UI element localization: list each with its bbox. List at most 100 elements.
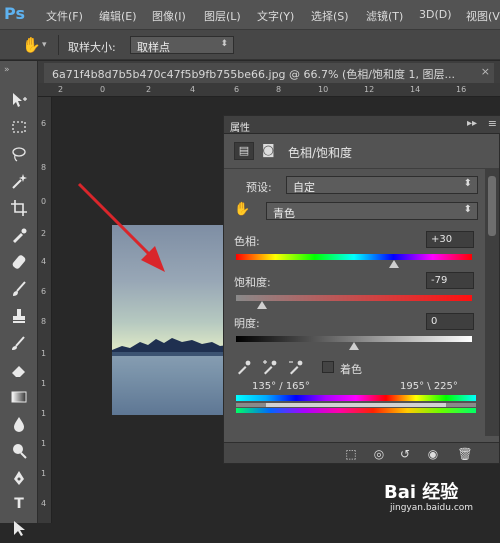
ruler-tick-label: 2 [58,85,64,94]
menu-image[interactable]: 图像(I) [152,8,186,24]
ruler-tick-label: 6 [234,85,240,94]
ruler-tick-label: 0 [100,85,106,94]
dodge-tool-icon[interactable] [9,442,29,462]
menu-file[interactable]: 文件(F) [46,8,83,24]
eyedropper-tool-icon[interactable] [9,226,29,246]
eyedropper-icon[interactable] [236,359,252,375]
ruler-tick-label: 8 [276,85,282,94]
hand-target-icon[interactable]: ✋ [234,202,250,217]
eraser-tool-icon[interactable] [9,361,29,381]
panel-header: 属性 ▸▸ ≡ [224,116,500,134]
ruler-tick-label: 0 [41,197,47,206]
eyedropper-minus-icon[interactable] [288,359,304,375]
ruler-tick-label: 1 [41,379,47,388]
scrollbar-thumb[interactable] [488,176,496,236]
sample-size-value: 取样点 [137,41,170,54]
saturation-slider-thumb[interactable] [256,301,267,309]
sample-size-select[interactable]: 取样点 ⬍ [130,36,234,54]
hue-slider-thumb[interactable] [389,260,400,268]
type-tool-icon[interactable]: T [9,494,29,514]
ruler-tick-label: 12 [364,85,375,94]
hue-input[interactable]: +30 [426,231,474,248]
divider [224,168,486,169]
sample-size-label: 取样大小: [68,41,116,54]
preset-select[interactable]: 自定 ⬍ [286,176,478,194]
menu-edit[interactable]: 编辑(E) [99,8,137,24]
document-tab-bar: 6a71f4b8d7b5b470c47f5b9fb755be66.jpg @ 6… [38,61,500,83]
panel-menu-icon[interactable]: ≡ [488,117,497,130]
marquee-tool-icon[interactable] [9,118,29,138]
channel-select[interactable]: 青色 ⬍ [266,202,478,220]
ruler-tick-label: 1 [41,439,47,448]
lasso-tool-icon[interactable] [9,145,29,165]
ruler-tick-label: 14 [410,85,421,94]
ruler-tick-label: 16 [456,85,467,94]
magic-wand-icon[interactable] [9,172,29,192]
clip-to-layer-icon[interactable]: ⬚ [342,446,360,462]
move-tool-icon[interactable] [9,91,29,111]
collapse-icon[interactable]: ▸▸ [467,118,477,129]
hand-icon[interactable]: ✋ [22,36,41,54]
saturation-slider[interactable] [236,295,472,301]
colorize-checkbox[interactable] [322,361,334,373]
adjustment-icon[interactable]: ▤ [234,142,254,160]
chevron-down-icon[interactable]: ▾ [42,40,47,50]
hue-slider[interactable] [236,254,472,260]
panel-scrollbar[interactable] [485,168,499,436]
trash-icon[interactable]: 🗑 [456,446,474,462]
range-right-label: 195° \ 225° [400,381,458,392]
ruler-tick-label: 8 [41,163,47,172]
ruler-horizontal: 2 0 2 4 6 8 10 12 14 16 [38,83,500,97]
preset-value: 自定 [293,181,315,194]
view-previous-icon[interactable]: ◎ [370,446,388,462]
annotation-arrow [77,182,165,272]
gradient-tool-icon[interactable] [9,388,29,408]
adjustment-title-row: ▤ ◙ 色相/饱和度 [234,142,494,162]
ruler-tick-label: 2 [41,229,47,238]
output-color-bar [236,408,476,413]
stamp-tool-icon[interactable] [9,307,29,327]
visibility-eye-icon[interactable]: ◉ [424,446,442,462]
brush-tool-icon[interactable] [9,280,29,300]
lightness-label: 明度: [234,317,260,330]
menu-view[interactable]: 视图(V [466,8,500,24]
preset-label: 预设: [246,181,272,194]
tab-properties[interactable]: 属性 [230,119,250,134]
menu-layer[interactable]: 图层(L) [204,8,241,24]
document-tab[interactable]: 6a71f4b8d7b5b470c47f5b9fb755be66.jpg @ 6… [44,63,494,83]
path-selection-icon[interactable] [9,519,29,539]
eyedropper-plus-icon[interactable] [262,359,278,375]
lightness-slider-thumb[interactable] [349,342,359,350]
mask-icon[interactable]: ◙ [262,143,278,159]
lightness-input[interactable]: 0 [426,313,474,330]
healing-brush-icon[interactable] [9,253,29,273]
ruler-tick-label: 1 [41,469,47,478]
reset-icon[interactable]: ↺ [396,446,414,462]
crop-tool-icon[interactable] [9,199,29,219]
menu-select[interactable]: 选择(S) [311,8,349,24]
panel-grip-icon[interactable]: » [4,65,10,75]
close-icon[interactable]: × [481,65,490,78]
color-range-bars[interactable] [236,395,476,413]
baidu-watermark: Bai 经验 jingyan.baidu.com [384,478,496,520]
watermark-url: jingyan.baidu.com [390,503,474,513]
pen-tool-icon[interactable] [9,469,29,489]
hue-label: 色相: [234,235,260,248]
menu-type[interactable]: 文字(Y) [257,8,294,24]
properties-panel: 属性 ▸▸ ≡ ▤ ◙ 色相/饱和度 预设: 自定 ⬍ ✋ 青色 ⬍ 色相: +… [223,115,500,464]
menu-filter[interactable]: 滤镜(T) [366,8,403,24]
ruler-tick-label: 6 [41,287,47,296]
ruler-vertical: 6 8 0 2 4 6 8 1 1 1 1 1 4 [38,97,52,523]
ruler-tick-label: 6 [41,119,47,128]
ruler-tick-label: 8 [41,317,47,326]
ruler-tick-label: 10 [318,85,329,94]
options-bar: ✋ ▾ 取样大小: 取样点 ⬍ [0,30,500,60]
menu-3d[interactable]: 3D(D) [419,8,452,21]
menu-bar: Ps 文件(F) 编辑(E) 图像(I) 图层(L) 文字(Y) 选择(S) 滤… [0,0,500,30]
channel-value: 青色 [273,207,295,220]
saturation-label: 饱和度: [234,276,271,289]
history-brush-icon[interactable] [9,334,29,354]
saturation-input[interactable]: -79 [426,272,474,289]
blur-tool-icon[interactable] [9,415,29,435]
range-selected-segment [266,403,446,407]
